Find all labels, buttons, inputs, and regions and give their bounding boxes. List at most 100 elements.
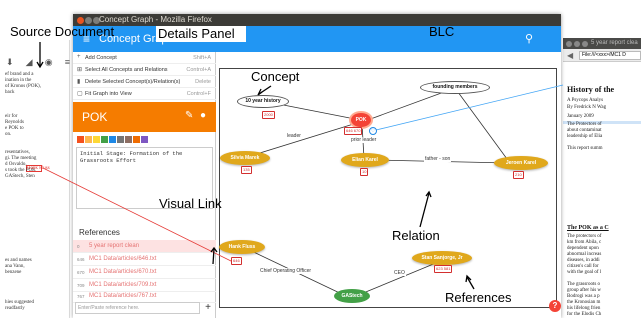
- color-swatch[interactable]: [85, 136, 92, 143]
- search-icon[interactable]: ⚲: [525, 32, 533, 45]
- reference-label: MC1 Data/articles/670.txt: [89, 269, 157, 275]
- concept-node[interactable]: Jeroen Karel: [494, 156, 548, 170]
- reference-badge[interactable]: 2000: [262, 111, 275, 119]
- menu-icon[interactable]: ≡: [65, 57, 70, 67]
- reference-badge[interactable]: 10: [360, 168, 369, 176]
- document-date: January 2009: [567, 114, 594, 119]
- app-bar: ≡ Concept Graph ⚲: [73, 26, 561, 52]
- menu-fit-graph[interactable]: ▢ Fit Graph into View Control+F: [73, 88, 216, 100]
- minimize-dot-icon[interactable]: [574, 41, 580, 47]
- menu-item-shortcut: Control+A: [186, 67, 211, 73]
- annotation-relation: Relation: [392, 228, 440, 243]
- edge-label[interactable]: leader: [286, 133, 302, 139]
- color-swatch[interactable]: [125, 136, 132, 143]
- reference-item[interactable]: 646 MC1 Data/articles/646.txt: [73, 253, 216, 266]
- color-swatch[interactable]: [109, 136, 116, 143]
- color-swatch[interactable]: [93, 136, 100, 143]
- document-text-line: with the goal of l: [567, 270, 602, 275]
- reference-badge[interactable]: 646: [231, 257, 242, 265]
- menu-add-concept[interactable]: + Add Concept Shift+A: [73, 52, 216, 64]
- download-icon[interactable]: ⬇: [6, 57, 14, 68]
- reference-number: 0: [77, 244, 80, 249]
- reference-item[interactable]: 670 MC1 Data/articles/670.txt: [73, 266, 216, 279]
- color-swatch[interactable]: [141, 136, 148, 143]
- maximize-dot-icon[interactable]: [582, 41, 588, 47]
- share-icon[interactable]: ◢: [26, 57, 33, 68]
- document-text-line: This report summ: [567, 146, 603, 151]
- document-byline: A Psycops Analys: [567, 98, 604, 103]
- help-button[interactable]: ?: [549, 300, 561, 312]
- menu-item-shortcut: Delete: [195, 79, 211, 85]
- document-byline: By Fredrick N Wag: [567, 105, 607, 110]
- reference-label: MC1 Data/articles/767.txt: [89, 293, 157, 299]
- close-dot-icon[interactable]: [566, 41, 572, 47]
- concept-name[interactable]: POK: [82, 110, 107, 124]
- background-browser-window: 5 year report clea ◀ File:///<xxx>/MC1 D…: [563, 38, 641, 318]
- select-all-icon: ⊞: [77, 67, 83, 73]
- concept-node[interactable]: GAStech: [334, 289, 370, 303]
- concept-graph-window: Concept Graph - Mozilla Firefox ≡ Concep…: [73, 14, 561, 318]
- plus-icon: +: [77, 54, 81, 60]
- reference-number: 646: [77, 257, 85, 262]
- menu-item-shortcut: Shift+A: [193, 55, 211, 61]
- reference-label: MC1 Data/articles/709.txt: [89, 282, 157, 288]
- background-url-field[interactable]: File:///<xxx>/MC1 D: [579, 51, 641, 60]
- menu-item-shortcut: Control+F: [186, 91, 211, 97]
- color-swatch[interactable]: [133, 136, 140, 143]
- heart-icon[interactable]: ♡: [369, 127, 377, 135]
- concept-node[interactable]: 10 year history: [237, 95, 289, 108]
- window-titlebar: Concept Graph - Mozilla Firefox: [73, 14, 561, 26]
- reference-number: 670: [77, 270, 85, 275]
- concept-node[interactable]: Silvia Marek: [220, 151, 270, 165]
- edge-label[interactable]: prior leader: [350, 137, 378, 143]
- edge-label[interactable]: CEO: [393, 270, 406, 276]
- reference-badge[interactable]: 210: [513, 171, 524, 179]
- reference-label: MC1 Data/articles/646.txt: [89, 256, 157, 262]
- source-document-toolbar: ⬇ ◢ ◉ ≡: [6, 55, 70, 69]
- reference-badge[interactable]: 646 670: [344, 127, 363, 135]
- menu-item-label: Delete Selected Concept(s)/Relation(s): [85, 79, 181, 85]
- source-text-line: GAStech, Sten: [5, 174, 35, 179]
- color-swatches: [77, 136, 212, 144]
- details-panel: + Add Concept Shift+A ⊞ Select All Conce…: [73, 52, 216, 318]
- edge-label[interactable]: father - son: [424, 156, 452, 162]
- source-highlighted-word[interactable]: Hank Fluss: [27, 166, 50, 172]
- document-text-line: leadership of Elia: [567, 134, 603, 139]
- minimize-window-icon[interactable]: [85, 17, 92, 24]
- annotation-source-document: Source Document: [10, 24, 115, 39]
- window-title: Concept Graph - Mozilla Firefox: [99, 15, 212, 24]
- color-swatch[interactable]: [101, 136, 108, 143]
- reference-badge[interactable]: 135: [241, 166, 252, 174]
- reader-icon[interactable]: ◉: [45, 57, 53, 68]
- annotation-blc: BLC: [429, 24, 455, 39]
- menu-select-all[interactable]: ⊞ Select All Concepts and Relations Cont…: [73, 64, 216, 76]
- fit-view-icon: ▢: [77, 91, 83, 97]
- reference-number: 709: [77, 283, 85, 288]
- trash-icon: ▮: [77, 79, 81, 85]
- background-window-title: 5 year report clea: [591, 40, 638, 46]
- reference-badge[interactable]: 623 581: [434, 265, 453, 273]
- back-arrow-icon[interactable]: ◀: [567, 51, 573, 60]
- source-text-line: on.: [5, 132, 12, 137]
- menu-item-label: Select All Concepts and Relations: [85, 67, 168, 73]
- edit-pencil-icon[interactable]: ✎: [185, 110, 193, 121]
- concept-header: POK ✎ ●: [73, 102, 216, 132]
- concept-node[interactable]: Hank Fluss: [219, 240, 265, 254]
- color-swatch[interactable]: [117, 136, 124, 143]
- menu-delete-selected[interactable]: ▮ Delete Selected Concept(s)/Relation(s)…: [73, 76, 216, 88]
- concept-node[interactable]: Stan Sanjorge, Jr: [412, 251, 472, 265]
- edge-label[interactable]: Chief Operating Officer: [259, 268, 313, 274]
- color-swatch[interactable]: [77, 136, 84, 143]
- reference-item[interactable]: 0 5 year report clean: [73, 240, 216, 253]
- add-reference-button[interactable]: +: [202, 302, 214, 314]
- concept-node[interactable]: founding members: [420, 81, 490, 94]
- menu-item-label: Fit Graph into View: [85, 91, 132, 97]
- close-window-icon[interactable]: [77, 17, 84, 24]
- concept-node-selected[interactable]: POK: [351, 113, 371, 127]
- reference-input[interactable]: Enter/Paste reference here.: [75, 302, 200, 314]
- annotation-details-panel: Details Panel: [158, 26, 235, 41]
- palette-icon[interactable]: ●: [200, 110, 206, 121]
- concept-node[interactable]: Elian Karel: [341, 153, 389, 167]
- background-titlebar: 5 year report clea: [563, 38, 641, 49]
- source-text-line: back: [5, 90, 15, 95]
